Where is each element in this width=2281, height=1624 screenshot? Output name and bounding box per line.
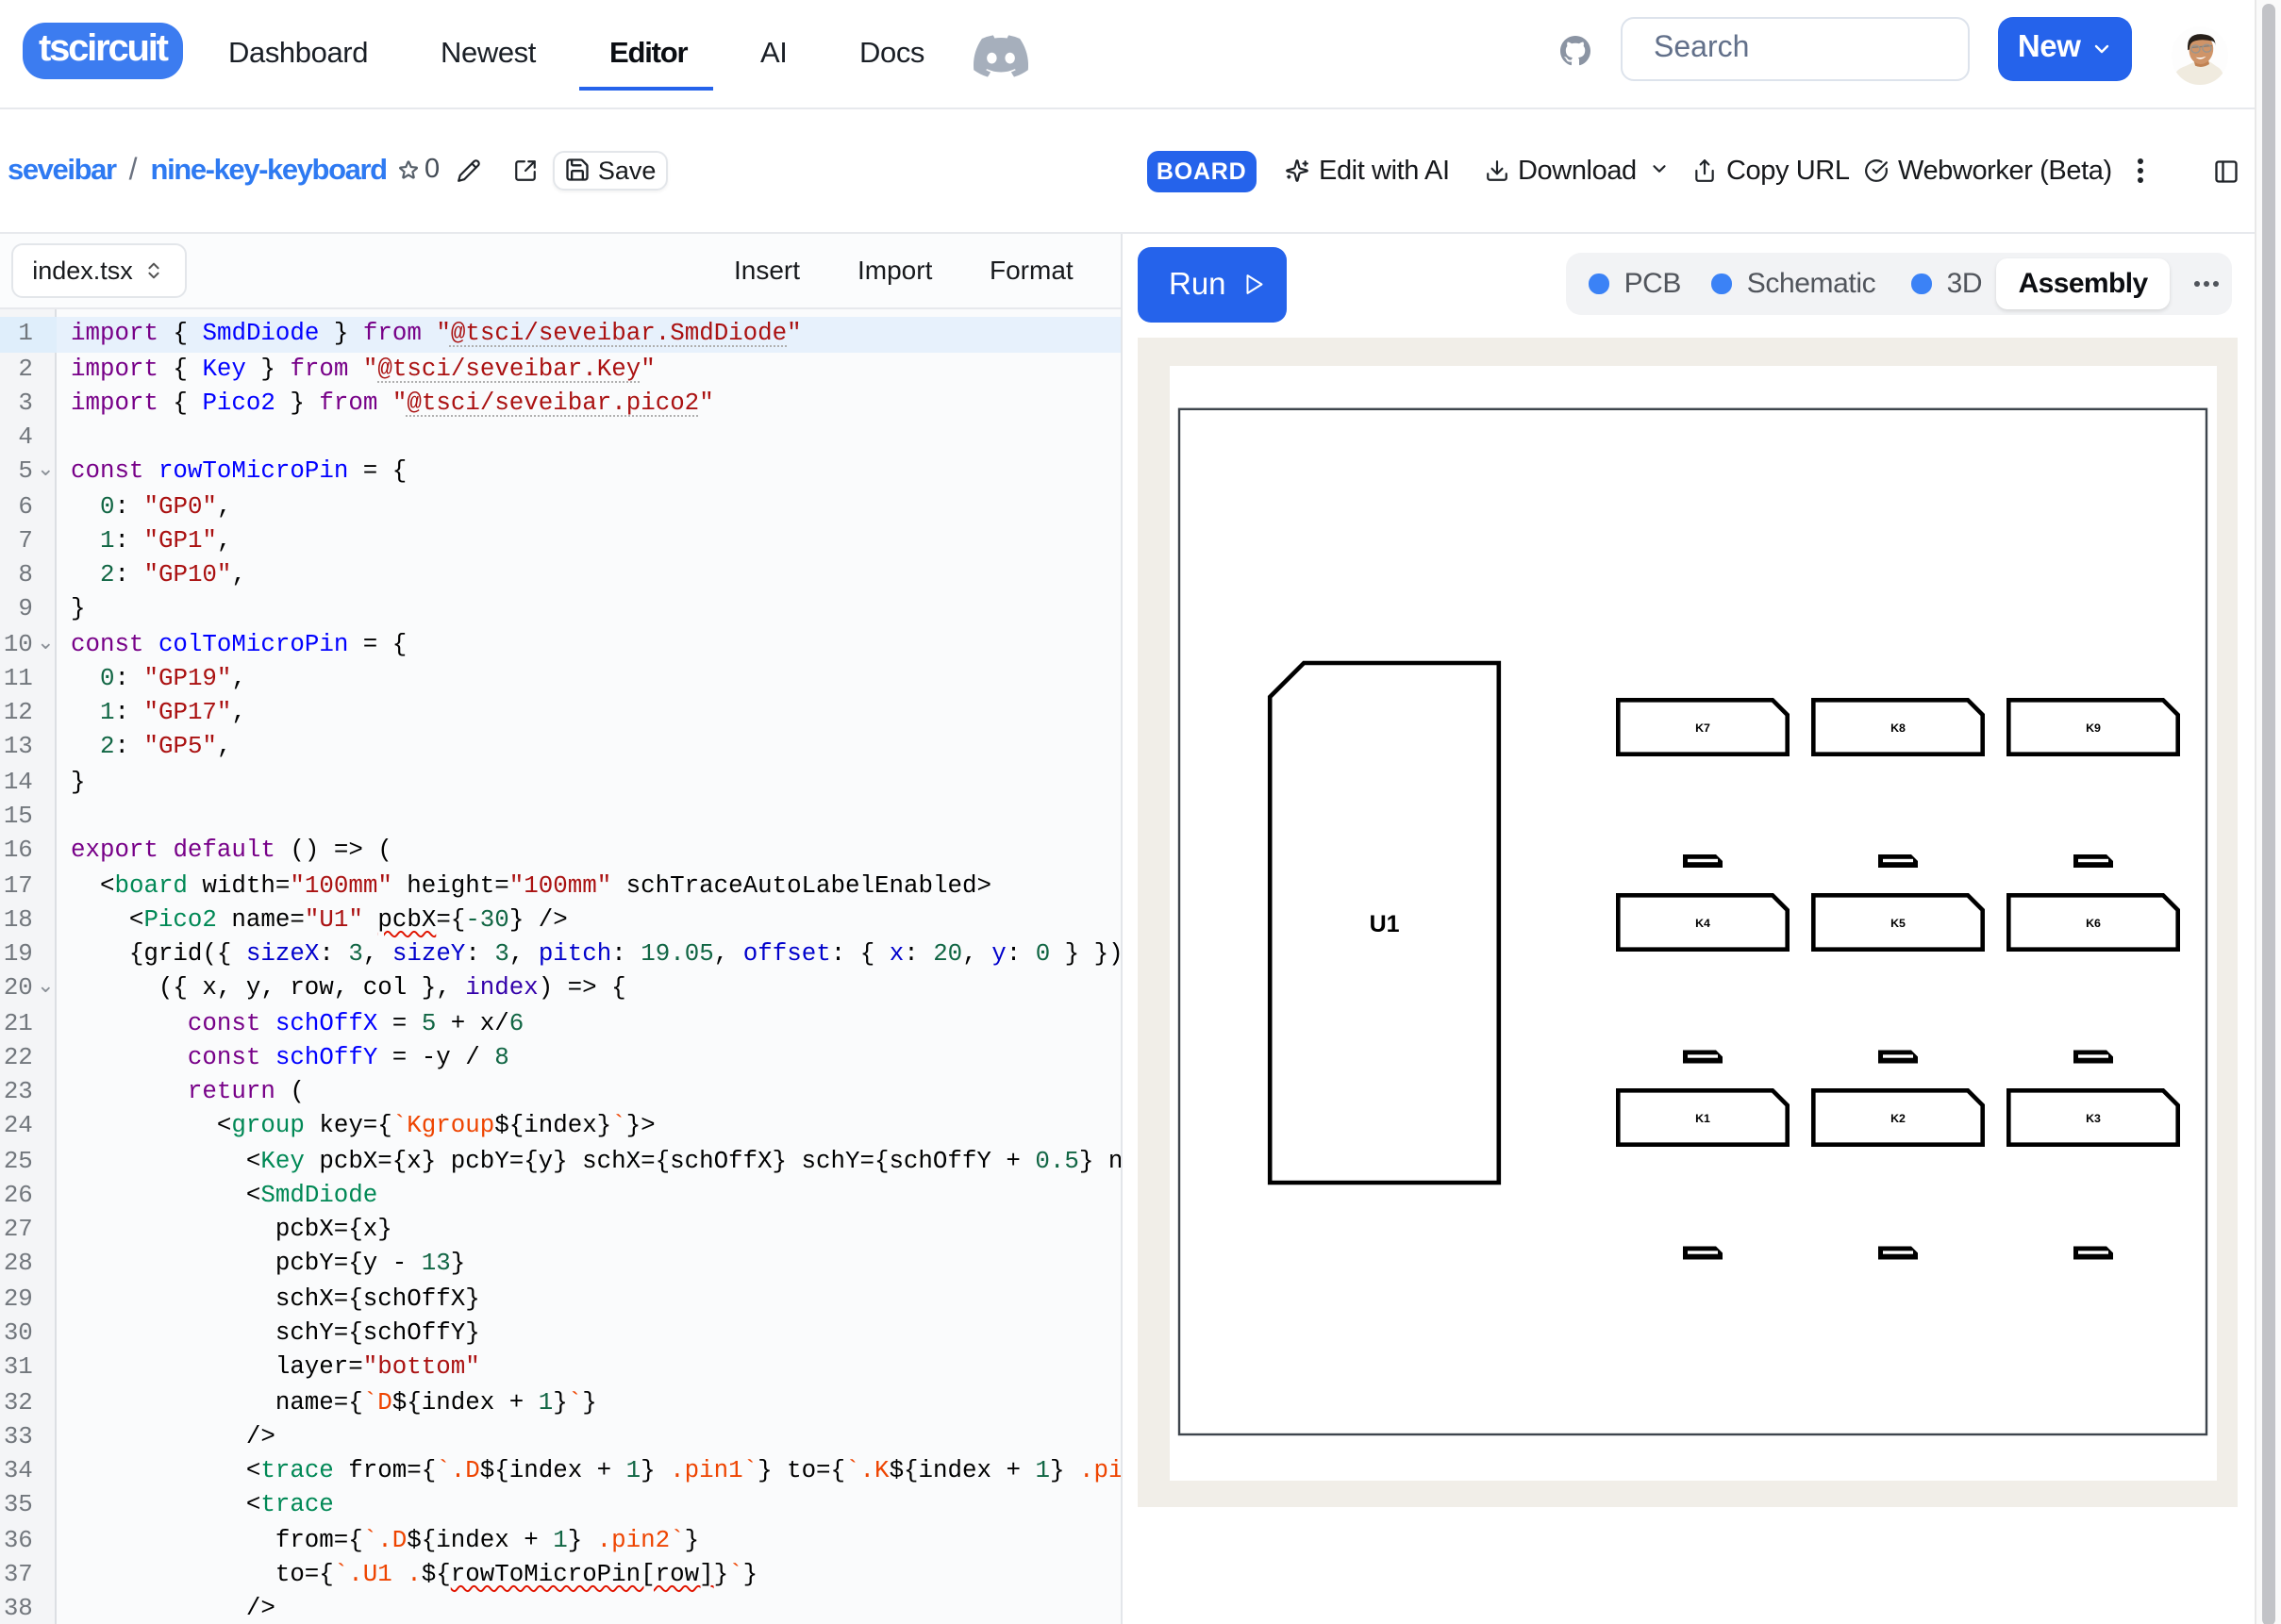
svg-text:K3: K3 bbox=[2085, 1111, 2100, 1124]
svg-text:K5: K5 bbox=[1890, 916, 1905, 929]
svg-text:K1: K1 bbox=[1694, 1111, 1709, 1124]
svg-text:K9: K9 bbox=[2085, 721, 2100, 734]
svg-text:K7: K7 bbox=[1694, 721, 1709, 734]
svg-text:U1: U1 bbox=[1369, 910, 1399, 936]
svg-text:K6: K6 bbox=[2085, 916, 2100, 929]
svg-text:K8: K8 bbox=[1890, 721, 1905, 734]
svg-text:K2: K2 bbox=[1890, 1111, 1905, 1124]
svg-text:K4: K4 bbox=[1694, 916, 1709, 929]
